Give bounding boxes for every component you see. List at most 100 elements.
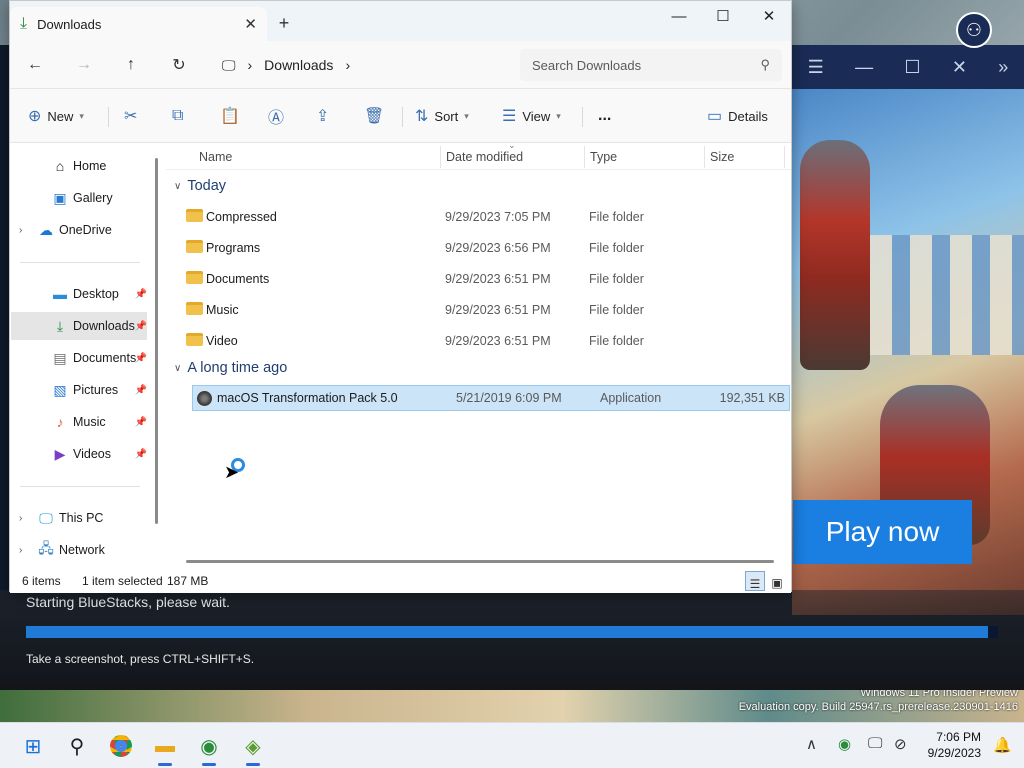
file-row[interactable]: Programs 9/29/2023 6:56 PM File folder — [182, 235, 780, 261]
maximize-button[interactable]: ☐ — [700, 1, 746, 31]
file-name: Music — [206, 303, 239, 317]
new-tab-button[interactable]: + — [272, 11, 296, 35]
sidebar-item-this-pc[interactable]: › 🖵 This PC — [11, 504, 147, 532]
sidebar-item-downloads[interactable]: ⤓ Downloads 📌 — [11, 312, 147, 340]
group-header-today[interactable]: ∨ Today — [174, 178, 226, 194]
taskbar-app-globe[interactable]: ◉ — [194, 731, 224, 766]
pin-icon[interactable]: 📌 — [135, 449, 147, 460]
paste-icon: 📋 — [220, 108, 240, 125]
column-name[interactable]: Name — [199, 150, 232, 164]
rename-button[interactable]: Ⓐ — [268, 103, 284, 129]
network-status-icon[interactable]: 🖵 — [868, 735, 882, 752]
column-divider[interactable] — [784, 146, 785, 168]
file-row[interactable]: Documents 9/29/2023 6:51 PM File folder — [182, 266, 780, 292]
pin-icon[interactable]: 📌 — [135, 353, 147, 364]
volume-muted-icon[interactable]: ⊘ — [894, 735, 907, 753]
desktop-icon: ▬ — [53, 286, 67, 302]
rename-icon: Ⓐ — [268, 110, 285, 127]
file-name: Documents — [206, 272, 270, 286]
more-options-button[interactable]: ... — [598, 103, 611, 129]
column-size[interactable]: Size — [710, 150, 734, 164]
pin-icon[interactable]: 📌 — [135, 321, 147, 332]
sidebar-item-music[interactable]: ♪ Music 📌 — [11, 408, 148, 436]
share-button[interactable]: ⇪ — [316, 103, 329, 129]
tiles-view-button[interactable]: ▣ — [767, 571, 787, 591]
sidebar-scrollbar[interactable] — [155, 158, 158, 524]
play-now-button[interactable]: Play now — [793, 500, 972, 564]
group-header-long-ago[interactable]: ∨ A long time ago — [174, 360, 287, 376]
taskbar-clock[interactable]: 7:06 PM 9/29/2023 — [928, 729, 981, 761]
cut-icon: ✂ — [124, 108, 138, 125]
new-button[interactable]: ⊕ New ▾ — [28, 103, 84, 129]
paste-button[interactable]: 📋 — [220, 103, 240, 129]
copy-button[interactable]: ⧉ — [172, 103, 183, 129]
file-row[interactable]: Music 9/29/2023 6:51 PM File folder — [182, 297, 780, 323]
pin-icon[interactable]: 📌 — [135, 417, 147, 428]
chevron-right-icon[interactable]: › — [19, 545, 33, 556]
delete-button[interactable]: 🗑 — [364, 103, 384, 129]
details-view-button[interactable]: ☰ — [745, 571, 765, 591]
back-button[interactable]: ← — [22, 53, 48, 77]
forward-button[interactable]: → — [71, 53, 97, 77]
close-button[interactable]: ✕ — [746, 1, 792, 31]
sidebar-item-network[interactable]: › 🖧 Network — [11, 536, 147, 564]
sidebar-divider — [20, 486, 140, 487]
column-divider[interactable] — [440, 146, 441, 168]
up-button[interactable]: ↑ — [118, 53, 144, 77]
file-row[interactable]: Compressed 9/29/2023 7:05 PM File folder — [182, 204, 780, 230]
breadcrumb-downloads[interactable]: Downloads — [264, 57, 333, 73]
start-button[interactable]: ⊞ — [18, 731, 48, 761]
sidebar-item-onedrive[interactable]: › ☁ OneDrive — [11, 216, 147, 244]
chevron-right-icon[interactable]: › — [345, 57, 350, 73]
taskbar: ⊞ ⚲ ▬ ◉ ◈ ∧ ◉ 🖵 ⊘ 7:06 PM 9/29/2023 🔔 — [0, 722, 1024, 768]
sidebar-item-home[interactable]: ⌂ Home — [11, 152, 147, 180]
tray-app-icon[interactable]: ◉ — [838, 735, 851, 753]
maximize-icon[interactable]: ☐ — [904, 57, 920, 78]
details-label: Details — [728, 108, 768, 124]
close-tab-icon[interactable]: ✕ — [244, 15, 257, 33]
sidebar-item-gallery[interactable]: ▣ Gallery — [11, 184, 147, 212]
column-date-modified[interactable]: Date modified — [446, 150, 523, 164]
address-bar[interactable]: 🖵 › Downloads › — [216, 49, 513, 81]
notification-bell-icon[interactable]: 🔔 — [993, 736, 1012, 754]
pin-icon[interactable]: 📌 — [135, 385, 147, 396]
search-button[interactable]: ⚲ — [62, 731, 92, 761]
pin-icon[interactable]: 📌 — [135, 289, 147, 300]
cut-button[interactable]: ✂ — [124, 103, 137, 129]
taskbar-chrome[interactable] — [106, 731, 136, 761]
navigation-pane: ⌂ Home ▣ Gallery › ☁ OneDrive ▬ Desktop 📌… — [10, 144, 165, 569]
tab-downloads[interactable]: ⤓ Downloads ✕ — [10, 7, 267, 41]
column-divider[interactable] — [584, 146, 585, 168]
minimize-icon[interactable]: — — [855, 57, 873, 78]
close-icon[interactable]: ✕ — [952, 57, 967, 78]
details-button[interactable]: ▭ Details — [707, 103, 768, 129]
sidebar-item-documents[interactable]: ▤ Documents 📌 — [11, 344, 147, 372]
chevron-right-icon[interactable]: › — [248, 57, 253, 73]
taskbar-file-explorer[interactable]: ▬ — [150, 731, 180, 766]
search-placeholder: Search Downloads — [532, 57, 642, 73]
trash-icon: 🗑 — [364, 108, 385, 125]
sidebar-item-desktop[interactable]: ▬ Desktop 📌 — [11, 280, 147, 308]
file-row-selected[interactable]: macOS Transformation Pack 5.0 5/21/2019 … — [192, 385, 790, 411]
new-label: New — [47, 108, 74, 124]
download-icon: ⤓ — [20, 15, 28, 32]
sidebar-item-pictures[interactable]: ▧ Pictures 📌 — [11, 376, 147, 404]
column-type[interactable]: Type — [590, 150, 617, 164]
view-button[interactable]: ☰ View ▾ — [502, 103, 561, 129]
show-hidden-icons[interactable]: ∧ — [806, 735, 817, 753]
sidebar-item-videos[interactable]: ▶ Videos 📌 — [11, 440, 147, 468]
sort-button[interactable]: ⇅ Sort ▾ — [415, 103, 469, 129]
minimize-button[interactable]: — — [656, 1, 702, 31]
search-input[interactable]: Search Downloads ⚲ — [520, 49, 782, 81]
taskbar-bluestacks[interactable]: ◈ — [238, 731, 268, 766]
chevron-right-icon[interactable]: › — [19, 513, 33, 524]
file-row[interactable]: Video 9/29/2023 6:51 PM File folder — [182, 328, 780, 354]
navigation-bar: ← → ↑ ↻ 🖵 › Downloads › Search Downloads… — [10, 41, 791, 89]
chevron-right-icon[interactable]: › — [19, 225, 33, 236]
menu-icon[interactable]: ☰ — [808, 57, 824, 78]
refresh-button[interactable]: ↻ — [166, 53, 192, 77]
horizontal-scrollbar[interactable] — [186, 560, 774, 563]
column-divider[interactable] — [704, 146, 705, 168]
account-icon[interactable]: ⚇ — [956, 12, 992, 48]
expand-sidebar-icon[interactable]: » — [998, 57, 1008, 78]
